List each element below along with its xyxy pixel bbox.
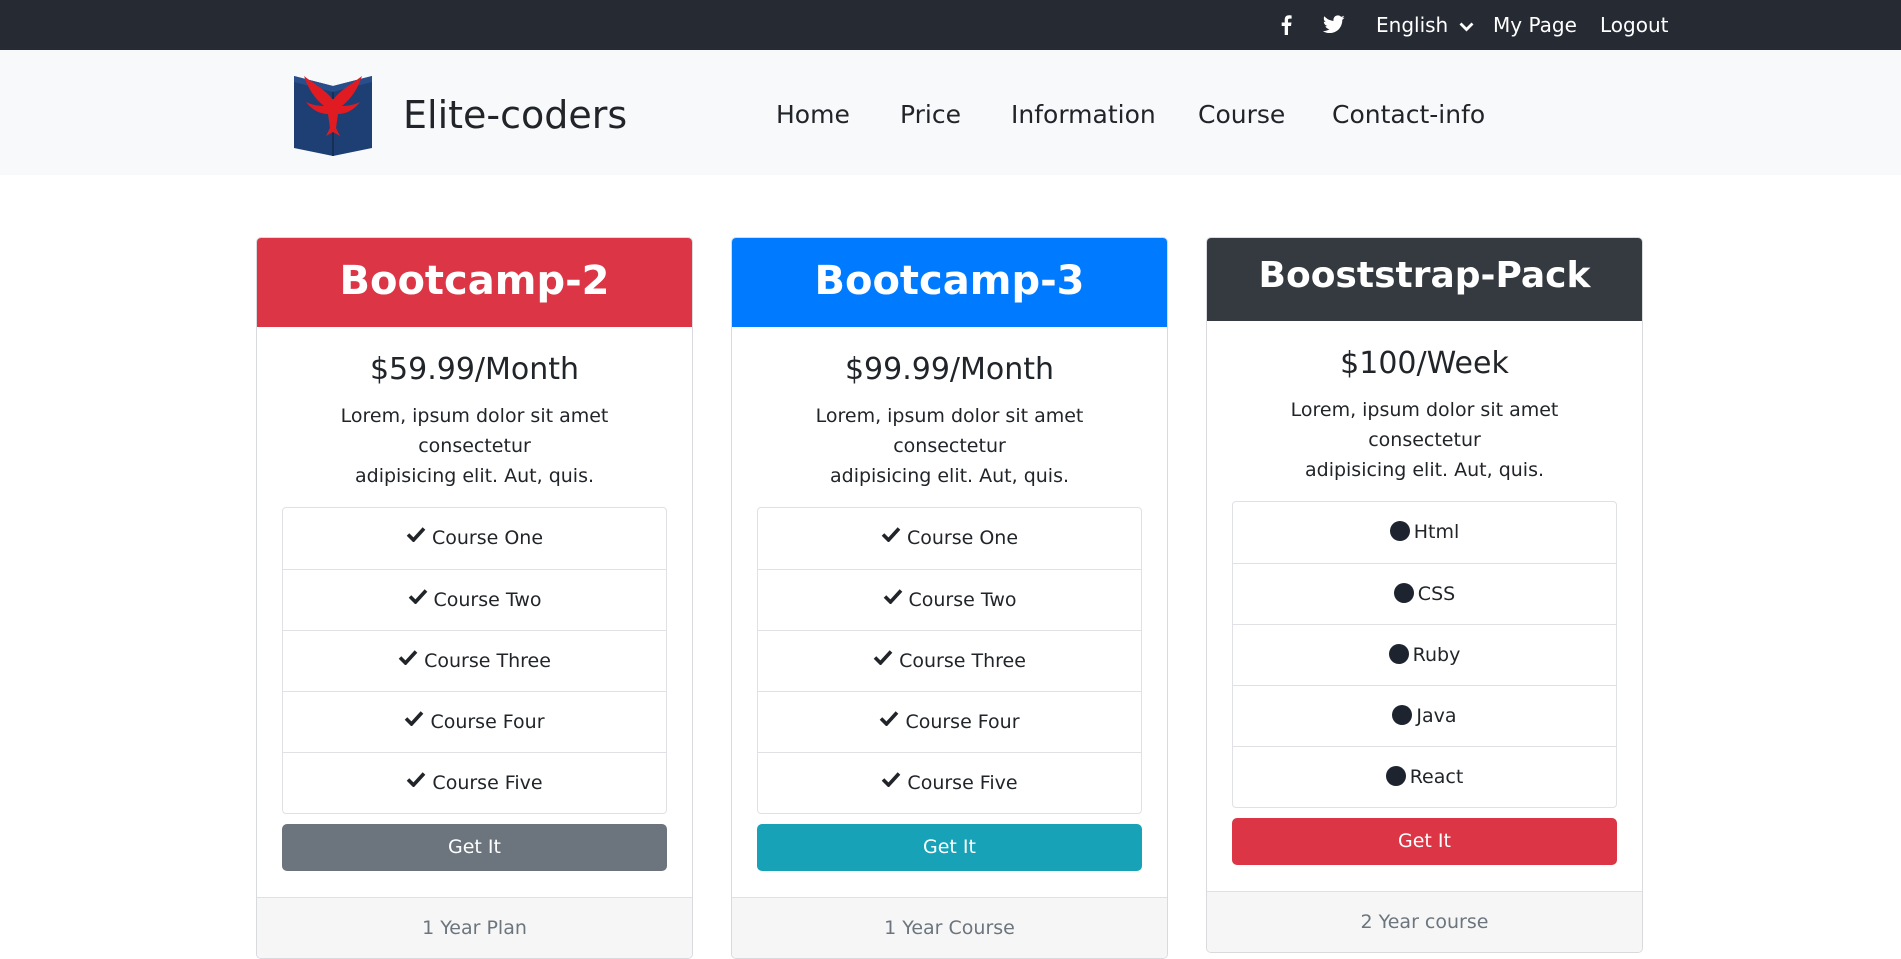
list-item-label: Course One — [431, 527, 544, 549]
list-item-label: Course Five — [432, 772, 543, 794]
card-title: Bootcamp-3 — [732, 238, 1167, 327]
list-item-label: Course Four — [430, 711, 545, 733]
list-item-label: CSS — [1417, 583, 1456, 605]
brand-name[interactable]: Elite-coders — [403, 88, 627, 142]
list-item: Course Three — [758, 630, 1141, 691]
check-icon — [406, 751, 426, 812]
list-item: CSS — [1233, 563, 1616, 624]
card-price: $100/Week — [1340, 346, 1509, 381]
facebook-icon[interactable] — [1280, 0, 1292, 50]
skill-list: Html CSS Ruby Java React — [1232, 501, 1617, 808]
card-price: $99.99/Month — [844, 352, 1055, 387]
list-item: Course Five — [283, 752, 666, 813]
list-item: Course One — [283, 508, 666, 569]
card-description: Lorem, ipsum dolor sit amet consectetur … — [757, 401, 1142, 491]
list-item: Course One — [758, 508, 1141, 569]
list-item: Ruby — [1233, 624, 1616, 685]
check-icon — [881, 506, 901, 567]
circle-bullet-icon — [1389, 520, 1410, 541]
nav-contact-info[interactable]: Contact-info — [1332, 96, 1485, 134]
card-description-line: adipisicing elit. Aut, quis. — [354, 465, 595, 487]
circle-bullet-icon — [1392, 704, 1413, 725]
twitter-icon[interactable] — [1323, 0, 1345, 50]
check-icon — [404, 690, 424, 751]
card-description: Lorem, ipsum dolor sit amet consectetur … — [282, 401, 667, 491]
check-icon — [879, 690, 899, 751]
list-item: Course Four — [758, 691, 1141, 752]
card-description-line: Lorem, ipsum dolor sit amet consectetur — [1290, 399, 1559, 451]
card-description-line: Lorem, ipsum dolor sit amet consectetur — [815, 405, 1084, 457]
language-label: English — [1376, 13, 1449, 37]
check-icon — [883, 568, 903, 629]
card-footer: 1 Year Plan — [257, 897, 692, 958]
list-item-label: Java — [1416, 705, 1457, 727]
list-item: React — [1233, 746, 1616, 807]
check-icon — [398, 629, 418, 690]
list-item: Course Two — [758, 569, 1141, 630]
circle-bullet-icon — [1388, 643, 1409, 664]
list-item: Html — [1233, 502, 1616, 563]
list-item-label: Ruby — [1412, 644, 1461, 666]
check-icon — [406, 506, 426, 567]
list-item-label: Course Three — [899, 650, 1026, 672]
list-item-label: Course Two — [908, 589, 1017, 611]
list-item-label: React — [1409, 766, 1464, 788]
pricing-card-bootcamp-3: Bootcamp-3 $99.99/Month Lorem, ipsum dol… — [731, 237, 1168, 959]
check-icon — [408, 568, 428, 629]
card-title: Bootcamp-2 — [257, 238, 692, 327]
list-item-label: Course Five — [907, 772, 1018, 794]
card-description-line: adipisicing elit. Aut, quis. — [829, 465, 1070, 487]
get-it-button[interactable]: Get It — [282, 824, 667, 871]
nav-price[interactable]: Price — [900, 96, 961, 134]
card-description-line: Lorem, ipsum dolor sit amet consectetur — [340, 405, 609, 457]
nav-course[interactable]: Course — [1198, 96, 1285, 134]
list-item: Course Two — [283, 569, 666, 630]
get-it-button[interactable]: Get It — [757, 824, 1142, 871]
check-icon — [881, 751, 901, 812]
list-item-label: Course Three — [424, 650, 551, 672]
card-title: Booststrap-Pack — [1207, 238, 1642, 321]
course-list: Course One Course Two Course Three Cours… — [282, 507, 667, 814]
list-item: Course Three — [283, 630, 666, 691]
check-icon — [873, 629, 893, 690]
pricing-card-booststrap-pack: Booststrap-Pack $100/Week Lorem, ipsum d… — [1206, 237, 1643, 953]
nav-information[interactable]: Information — [1011, 96, 1156, 134]
top-bar: English My Page Logout — [0, 0, 1901, 50]
my-page-link[interactable]: My Page — [1493, 0, 1577, 50]
card-footer: 2 Year course — [1207, 891, 1642, 952]
language-dropdown[interactable]: English — [1376, 0, 1474, 50]
card-footer: 1 Year Course — [732, 897, 1167, 958]
pricing-card-bootcamp-2: Bootcamp-2 $59.99/Month Lorem, ipsum dol… — [256, 237, 693, 959]
list-item: Java — [1233, 685, 1616, 746]
list-item-label: Course One — [906, 527, 1019, 549]
list-item: Course Five — [758, 752, 1141, 813]
eagle-book-logo[interactable] — [290, 70, 376, 157]
circle-bullet-icon — [1385, 765, 1406, 786]
get-it-button[interactable]: Get It — [1232, 818, 1617, 865]
list-item: Course Four — [283, 691, 666, 752]
course-list: Course One Course Two Course Three Cours… — [757, 507, 1142, 814]
list-item-label: Course Two — [433, 589, 542, 611]
list-item-label: Html — [1413, 521, 1460, 543]
chevron-down-icon — [1459, 0, 1474, 50]
card-description-line: adipisicing elit. Aut, quis. — [1304, 459, 1545, 481]
nav-home[interactable]: Home — [776, 96, 850, 134]
circle-bullet-icon — [1393, 582, 1414, 603]
list-item-label: Course Four — [905, 711, 1020, 733]
card-description: Lorem, ipsum dolor sit amet consectetur … — [1232, 395, 1617, 485]
logout-link[interactable]: Logout — [1600, 0, 1668, 50]
card-price: $59.99/Month — [369, 352, 580, 387]
